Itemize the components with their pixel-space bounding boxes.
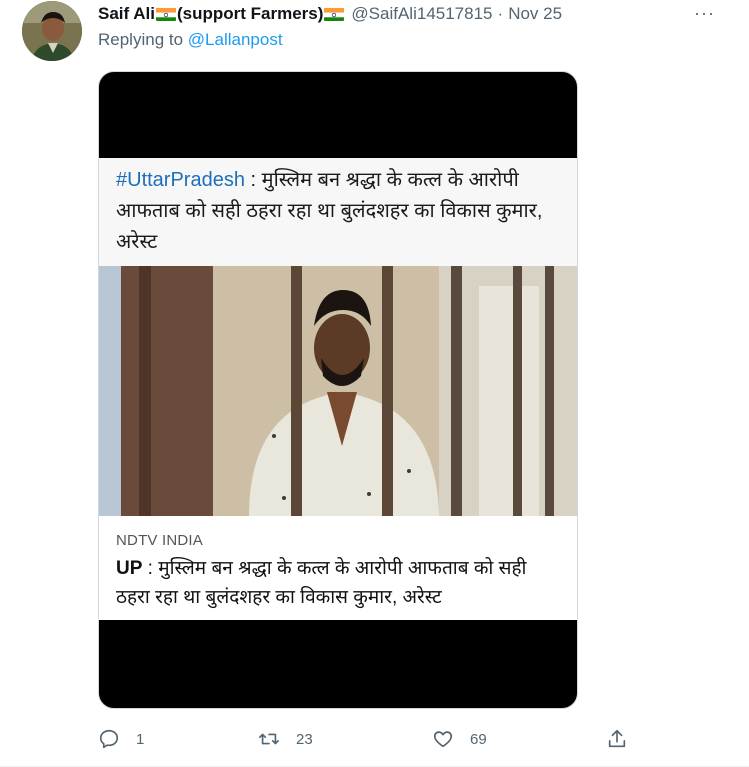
separator-dot: ·: [497, 4, 504, 23]
avatar[interactable]: [22, 1, 82, 61]
reply-count: 1: [136, 730, 145, 748]
news-photo-image: [99, 266, 577, 516]
retweet-icon: [259, 733, 279, 745]
like-button[interactable]: 69: [432, 725, 487, 753]
like-icon: [433, 731, 453, 748]
hashtag: #UttarPradesh: [116, 169, 245, 191]
news-source: NDTV INDIA: [116, 532, 204, 549]
headline-bottom-text: : मुस्लिम बन श्रद्धा के कत्ल के आरोपी आफ…: [116, 558, 527, 608]
tweet-media[interactable]: #UttarPradesh : मुस्लिम बन श्रद्धा के कत…: [98, 71, 578, 709]
reply-button[interactable]: 1: [98, 725, 144, 753]
avatar-image: [22, 1, 82, 61]
card-headline-bottom: NDTV INDIA UP : मुस्लिम बन श्रद्धा के कत…: [99, 516, 577, 620]
card-headline-top: #UttarPradesh : मुस्लिम बन श्रद्धा के कत…: [99, 158, 577, 266]
display-name-suffix[interactable]: (support Farmers): [177, 4, 323, 24]
replying-prefix: Replying to: [98, 30, 184, 49]
tweet[interactable]: Saif Ali (support Farmers) @SaifAli14517…: [0, 0, 749, 767]
tweet-actions: 1 23 69: [98, 725, 638, 753]
headline-bottom-prefix: UP: [116, 558, 143, 579]
user-handle[interactable]: @SaifAli14517815: [351, 4, 492, 24]
more-options-icon[interactable]: ···: [694, 3, 715, 24]
tweet-date[interactable]: Nov 25: [508, 4, 562, 24]
tweet-header: Saif Ali (support Farmers) @SaifAli14517…: [98, 3, 729, 25]
headline-bottom: UP : मुस्लिम बन श्रद्धा के कत्ल के आरोपी…: [116, 554, 563, 612]
headline-top: #UttarPradesh : मुस्लिम बन श्रद्धा के कत…: [116, 165, 565, 258]
india-flag-icon: [156, 7, 176, 21]
display-name[interactable]: Saif Ali: [98, 4, 155, 24]
news-photo: [99, 266, 577, 516]
india-flag-icon: [324, 7, 345, 21]
like-count: 69: [470, 730, 487, 748]
retweet-button[interactable]: 23: [258, 725, 313, 753]
replying-to-link[interactable]: @Lallanpost: [188, 30, 283, 49]
retweet-count: 23: [296, 730, 313, 748]
reply-icon: [99, 729, 119, 749]
share-button[interactable]: [606, 725, 644, 753]
share-icon: [608, 729, 626, 748]
replying-to: Replying to @Lallanpost: [98, 30, 283, 50]
